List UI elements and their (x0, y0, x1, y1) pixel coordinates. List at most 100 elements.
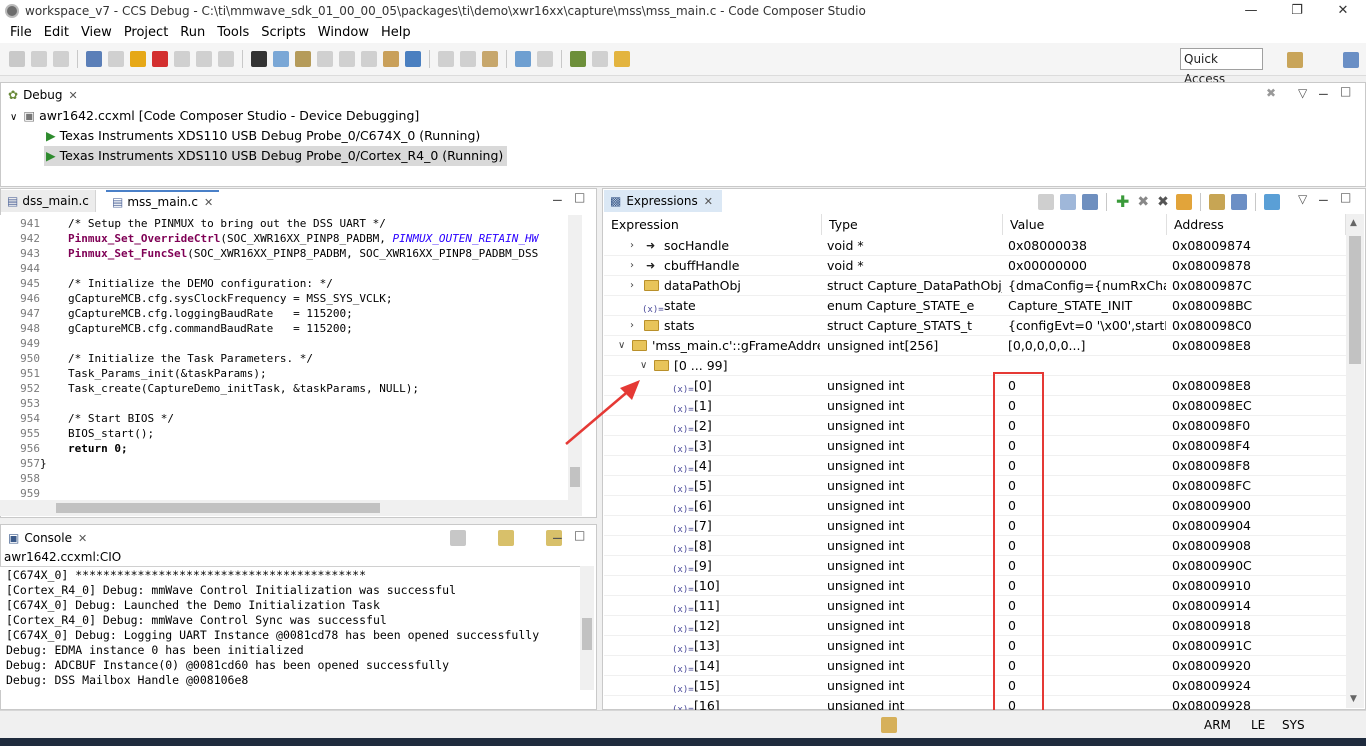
breakpoint-icon[interactable] (339, 51, 355, 67)
expression-row[interactable]: › ➜ socHandle void * 0x08000038 0x08009874 (604, 236, 1346, 256)
debug-tree-core-c674x[interactable]: ▶ Texas Instruments XDS110 USB Debug Prob… (46, 126, 480, 146)
expression-value[interactable]: {dmaConfig={numRxCha... (1008, 276, 1166, 296)
expression-row[interactable]: › stats struct Capture_STATS_t {configEvt=0… (604, 316, 1346, 336)
expression-row[interactable]: (x)= state enum Capture_STATE_e Capture_STA… (604, 296, 1346, 316)
tab-debug[interactable]: ✿ Debug ✕ (2, 84, 84, 106)
menu-run[interactable]: Run (174, 25, 211, 40)
expression-row[interactable]: (x)= [6] unsigned int 0 0x08009900 (604, 496, 1346, 516)
chevron-right-icon[interactable]: › (630, 276, 634, 296)
debug-config-icon[interactable] (86, 51, 102, 67)
tab-dss-main[interactable]: ▤ dss_main.c (1, 190, 96, 212)
restart-icon[interactable] (317, 51, 333, 67)
clear-console-icon[interactable] (450, 530, 467, 546)
grid-icon[interactable] (251, 51, 267, 67)
debug-tree-core-cortex-r4[interactable]: ▶ Texas Instruments XDS110 USB Debug Prob… (44, 146, 508, 166)
remove-all-icon[interactable]: ✖ (1157, 194, 1169, 210)
expression-row[interactable]: (x)= [7] unsigned int 0 0x08009904 (604, 516, 1346, 536)
minimize-view-icon[interactable]: ⚊ (552, 190, 563, 204)
refresh-icon[interactable] (1175, 193, 1192, 210)
step-into-icon[interactable] (174, 51, 190, 67)
chevron-down-icon[interactable]: ∨ (618, 336, 625, 356)
console-output[interactable]: [C674X_0] ******************************… (0, 566, 580, 690)
ccs-edit-perspective-icon[interactable] (1342, 52, 1359, 68)
tools-icon[interactable] (482, 51, 498, 67)
menu-window[interactable]: Window (312, 25, 375, 40)
maximize-view-icon[interactable]: □ (574, 190, 585, 204)
expression-value[interactable]: Capture_STATE_INIT (1008, 296, 1166, 316)
menu-view[interactable]: View (75, 25, 118, 40)
chevron-right-icon[interactable]: › (630, 256, 634, 276)
minimize-view-icon[interactable]: ⚊ (552, 528, 563, 542)
close-icon[interactable]: ✕ (78, 532, 87, 545)
bug-icon[interactable] (570, 51, 586, 67)
expression-row[interactable]: (x)= [4] unsigned int 0 0x080098F8 (604, 456, 1346, 476)
expression-value[interactable]: 0x00000000 (1008, 256, 1166, 276)
scroll-lock-icon[interactable] (498, 530, 515, 546)
editor-vertical-scrollbar[interactable] (568, 215, 582, 500)
restore-button[interactable]: ❐ (1274, 0, 1320, 22)
suspend-icon[interactable] (130, 51, 146, 67)
collapse-all-icon[interactable] (1082, 193, 1098, 210)
expression-row[interactable]: ∨ 'mss_main.c'::gFrameAddress unsigned int… (604, 336, 1346, 356)
minimize-button[interactable]: — (1228, 0, 1274, 22)
editor-horizontal-scrollbar[interactable] (0, 500, 582, 516)
menu-tools[interactable]: Tools (211, 25, 255, 40)
expression-row[interactable]: (x)= [11] unsigned int 0 0x08009914 (604, 596, 1346, 616)
remove-icon[interactable]: ✖ (1137, 194, 1149, 210)
save-all-icon[interactable] (53, 51, 69, 67)
view-menu-icon[interactable]: ▽ (1298, 192, 1307, 206)
column-header-expression[interactable]: Expression (604, 214, 822, 235)
resume-icon[interactable] (108, 51, 124, 67)
pin-icon[interactable] (592, 51, 608, 67)
expression-row[interactable]: (x)= [14] unsigned int 0 0x08009920 (604, 656, 1346, 676)
column-header-type[interactable]: Type (822, 214, 1003, 235)
code-editor[interactable]: 941 /* Setup the PINMUX to bring out the … (0, 215, 568, 500)
close-icon[interactable]: ✕ (704, 195, 713, 208)
chevron-right-icon[interactable]: › (630, 316, 634, 336)
connect-icon[interactable] (405, 51, 421, 67)
continuous-refresh-icon[interactable] (1263, 193, 1280, 210)
expression-row[interactable]: (x)= [2] unsigned int 0 0x080098F0 (604, 416, 1346, 436)
expression-row[interactable]: (x)= [15] unsigned int 0 0x08009924 (604, 676, 1346, 696)
expression-row[interactable]: (x)= [10] unsigned int 0 0x08009910 (604, 576, 1346, 596)
save-icon[interactable] (31, 51, 47, 67)
expression-row[interactable]: (x)= [0] unsigned int 0 0x080098E8 (604, 376, 1346, 396)
instruction-step-icon[interactable] (273, 51, 289, 67)
expression-row[interactable]: ∨ [0 ... 99] (604, 356, 1346, 376)
reset-icon[interactable] (295, 51, 311, 67)
menu-project[interactable]: Project (118, 25, 174, 40)
maximize-view-icon[interactable]: □ (574, 528, 585, 542)
maximize-view-icon[interactable]: □ (1340, 84, 1351, 98)
expression-row[interactable]: (x)= [5] unsigned int 0 0x080098FC (604, 476, 1346, 496)
close-button[interactable]: ✕ (1320, 0, 1366, 22)
expression-row[interactable]: (x)= [1] unsigned int 0 0x080098EC (604, 396, 1346, 416)
search-icon[interactable] (515, 51, 531, 67)
column-header-address[interactable]: Address (1167, 214, 1346, 235)
close-icon[interactable]: ✕ (69, 89, 78, 102)
menu-help[interactable]: Help (375, 25, 417, 40)
add-expression-icon[interactable]: ✚ (1116, 192, 1129, 211)
close-icon[interactable]: ✕ (204, 196, 213, 209)
collapse-icon[interactable] (1038, 193, 1054, 210)
tab-console[interactable]: ▣ Console ✕ (2, 527, 94, 549)
menu-edit[interactable]: Edit (38, 25, 75, 40)
tab-expressions[interactable]: ▩ Expressions ✕ (604, 190, 722, 212)
new-icon[interactable] (9, 51, 25, 67)
show-type-names-icon[interactable] (1060, 193, 1076, 210)
expression-value[interactable]: 0x08000038 (1008, 236, 1166, 256)
expression-row[interactable]: › dataPathObj struct Capture_DataPathObj_t… (604, 276, 1346, 296)
step-over-icon[interactable] (196, 51, 212, 67)
nav-forward-icon[interactable] (460, 51, 476, 67)
menu-scripts[interactable]: Scripts (255, 25, 311, 40)
chevron-right-icon[interactable]: › (630, 236, 634, 256)
menu-file[interactable]: File (4, 25, 38, 40)
expression-row[interactable]: (x)= [9] unsigned int 0 0x0800990C (604, 556, 1346, 576)
open-perspective-icon[interactable] (1287, 52, 1303, 68)
minimize-view-icon[interactable]: ⚊ (1318, 84, 1329, 98)
expression-row[interactable]: › ➜ cbuffHandle void * 0x00000000 0x08009878 (604, 256, 1346, 276)
chevron-down-icon[interactable]: ∨ (10, 112, 17, 123)
wand-icon[interactable] (614, 51, 630, 67)
expression-row[interactable]: (x)= [13] unsigned int 0 0x0800991C (604, 636, 1346, 656)
memory-icon[interactable] (881, 717, 897, 733)
expression-value[interactable]: [0,0,0,0,0...] (1008, 336, 1166, 356)
